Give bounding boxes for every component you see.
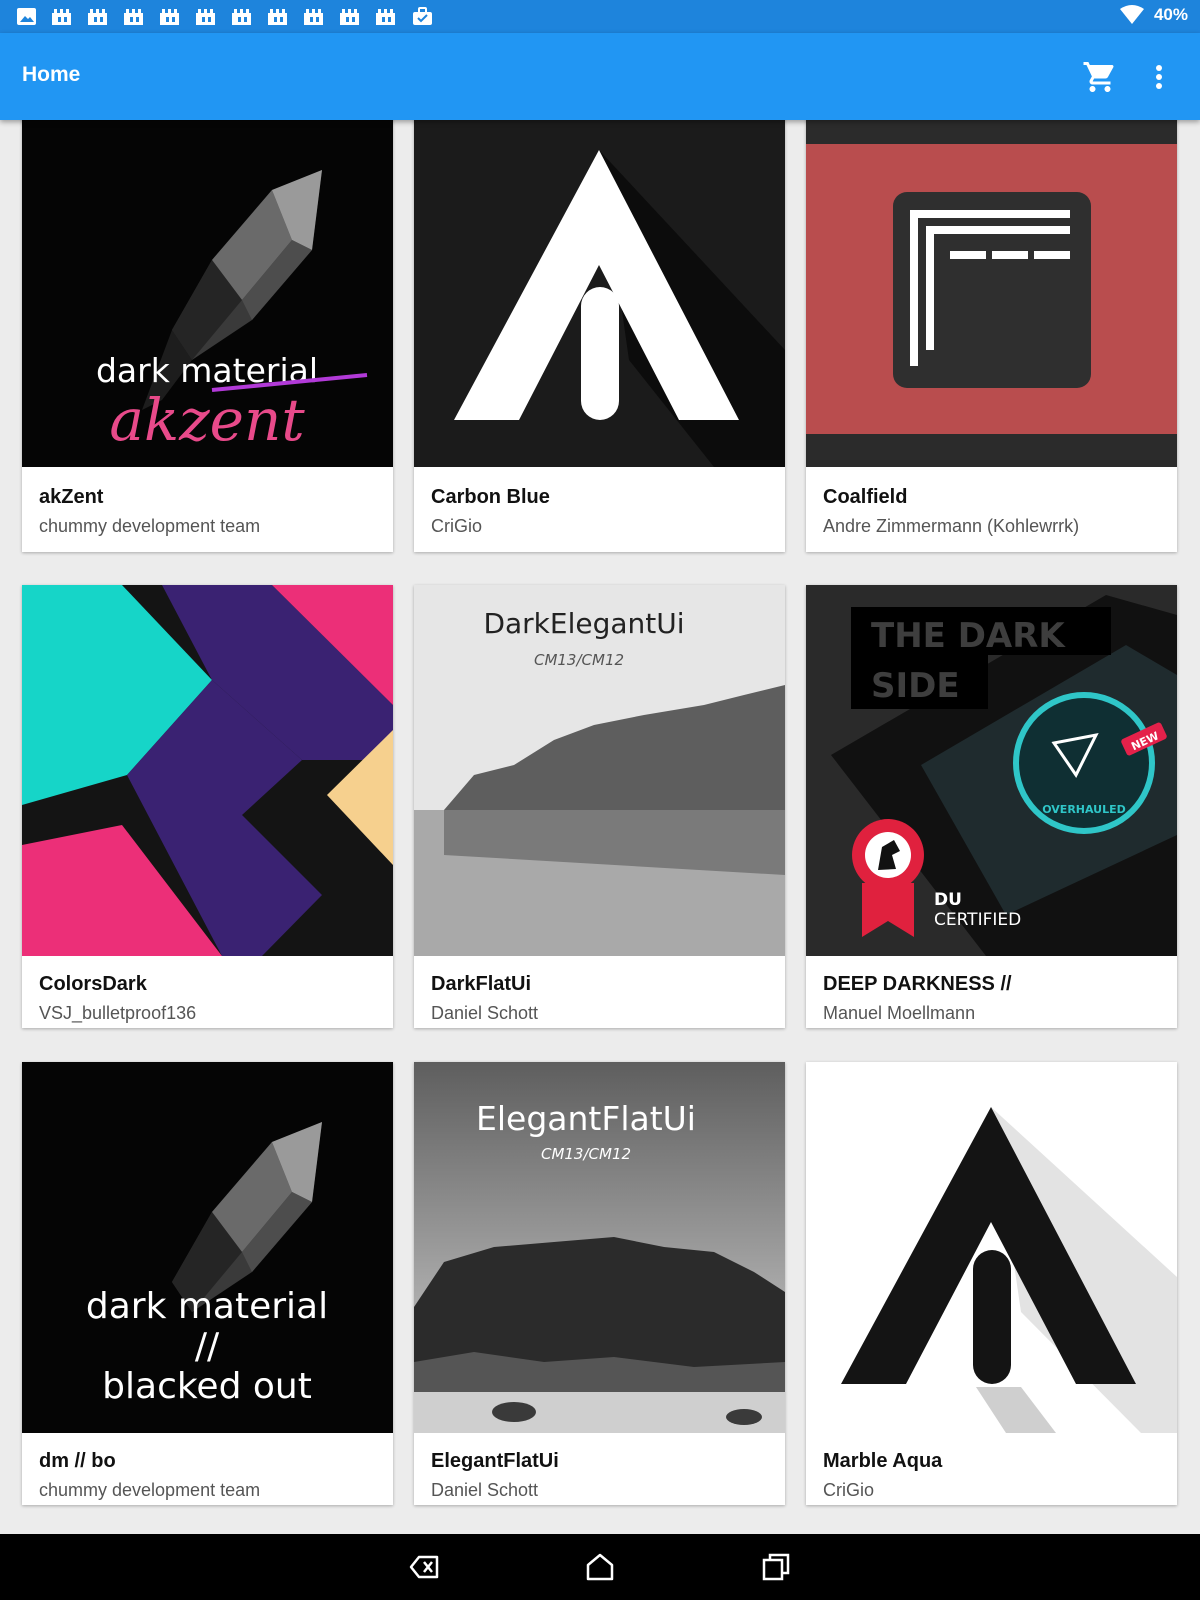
theme-card[interactable]: DarkElegantUi CM13/CM12 DarkFlatUi Danie… bbox=[414, 585, 785, 1028]
theme-card[interactable]: ColorsDark VSJ_bulletproof136 bbox=[22, 585, 393, 1028]
themes-grid: dark material akzent akZent chummy devel… bbox=[0, 120, 1200, 1534]
theme-title: ColorsDark bbox=[39, 973, 147, 995]
theme-author: Daniel Schott bbox=[431, 1480, 539, 1500]
art-line2: // bbox=[195, 1326, 220, 1367]
home-icon bbox=[586, 1553, 614, 1581]
theme-thumbnail: dark material // blacked out bbox=[22, 1062, 393, 1433]
theme-card[interactable]: dark material // blacked out dm // bo ch… bbox=[22, 1062, 393, 1505]
art-heading: DarkElegantUi bbox=[483, 607, 684, 640]
theme-author: CriGio bbox=[431, 516, 483, 536]
theme-thumbnail: ElegantFlatUi CM13/CM12 bbox=[414, 1062, 785, 1433]
theme-title: Carbon Blue bbox=[431, 486, 550, 508]
theme-thumbnail: DarkElegantUi CM13/CM12 bbox=[414, 585, 785, 956]
more-vert-icon bbox=[1156, 65, 1162, 89]
theme-thumbnail: THE DARK SIDE OVERHAULED NEW DU CERTIFIE… bbox=[806, 585, 1177, 956]
art-line1: THE DARK bbox=[871, 616, 1066, 656]
theme-title: Coalfield bbox=[823, 486, 908, 508]
theme-card[interactable]: Carbon Blue CriGio bbox=[414, 120, 785, 552]
art-sub: CM13/CM12 bbox=[534, 651, 624, 669]
theme-thumbnail: dark material akzent bbox=[22, 120, 393, 467]
castle-icon bbox=[52, 9, 71, 25]
cart-button[interactable] bbox=[1082, 59, 1118, 95]
theme-title: akZent bbox=[39, 486, 104, 508]
art-line2: akzent bbox=[109, 386, 305, 454]
page-title: Home bbox=[22, 63, 81, 86]
art-line3: blacked out bbox=[102, 1366, 312, 1407]
theme-title: DarkFlatUi bbox=[431, 973, 532, 995]
navigation-bar bbox=[0, 1534, 1200, 1600]
art-heading: ElegantFlatUi bbox=[476, 1099, 696, 1138]
castle-icon bbox=[304, 9, 323, 25]
theme-thumbnail bbox=[806, 120, 1177, 467]
theme-title: DEEP DARKNESS // bbox=[823, 973, 1012, 995]
theme-card[interactable]: ElegantFlatUi CM13/CM12 ElegantFlatUi Da… bbox=[414, 1062, 785, 1505]
home-button[interactable] bbox=[584, 1551, 616, 1583]
castle-icon bbox=[376, 9, 395, 25]
theme-thumbnail bbox=[22, 585, 393, 956]
art-line2: SIDE bbox=[871, 666, 960, 706]
cart-icon bbox=[1083, 62, 1114, 92]
back-icon bbox=[409, 1555, 439, 1579]
art-ring: OVERHAULED bbox=[1042, 803, 1126, 816]
theme-card[interactable]: Marble Aqua CriGio bbox=[806, 1062, 1177, 1505]
art-cert2: CERTIFIED bbox=[934, 910, 1021, 930]
theme-title: Marble Aqua bbox=[823, 1450, 943, 1472]
castle-icon bbox=[340, 9, 359, 25]
battery-level: 40% bbox=[1153, 5, 1188, 24]
theme-author: chummy development team bbox=[39, 516, 261, 536]
theme-author: chummy development team bbox=[39, 1480, 261, 1500]
theme-title: ElegantFlatUi bbox=[431, 1450, 559, 1472]
castle-icon bbox=[232, 9, 251, 25]
theme-thumbnail bbox=[806, 1062, 1177, 1433]
recents-icon bbox=[762, 1553, 790, 1581]
castle-icon bbox=[160, 9, 179, 25]
status-right: 40% bbox=[1119, 5, 1188, 25]
theme-author: CriGio bbox=[823, 1480, 875, 1500]
castle-icon bbox=[124, 9, 143, 25]
theme-card[interactable]: Coalfield Andre Zimmermann (Kohlewrrk) bbox=[806, 120, 1177, 552]
theme-author: Daniel Schott bbox=[431, 1003, 539, 1023]
overflow-menu-button[interactable] bbox=[1142, 59, 1176, 95]
art-cert1: DU bbox=[934, 890, 962, 910]
status-bar: 40% bbox=[0, 0, 1200, 33]
wifi-icon bbox=[1119, 5, 1144, 24]
image-icon bbox=[17, 8, 36, 25]
back-button[interactable] bbox=[408, 1551, 440, 1583]
art-sub: CM13/CM12 bbox=[541, 1145, 631, 1163]
briefcase-icon bbox=[413, 7, 432, 25]
theme-author: VSJ_bulletproof136 bbox=[39, 1003, 197, 1023]
castle-icon bbox=[268, 9, 287, 25]
theme-author: Andre Zimmermann (Kohlewrrk) bbox=[823, 516, 1080, 536]
notification-icons bbox=[16, 7, 433, 26]
castle-icon bbox=[88, 9, 107, 25]
theme-title: dm // bo bbox=[39, 1450, 116, 1472]
recents-button[interactable] bbox=[760, 1551, 792, 1583]
theme-author: Manuel Moellmann bbox=[823, 1003, 976, 1023]
art-line1: dark material bbox=[86, 1286, 328, 1327]
castle-icon bbox=[196, 9, 215, 25]
theme-card[interactable]: dark material akzent akZent chummy devel… bbox=[22, 120, 393, 552]
app-bar: Home bbox=[0, 33, 1200, 120]
theme-card[interactable]: THE DARK SIDE OVERHAULED NEW DU CERTIFIE… bbox=[806, 585, 1177, 1028]
theme-thumbnail bbox=[414, 120, 785, 467]
